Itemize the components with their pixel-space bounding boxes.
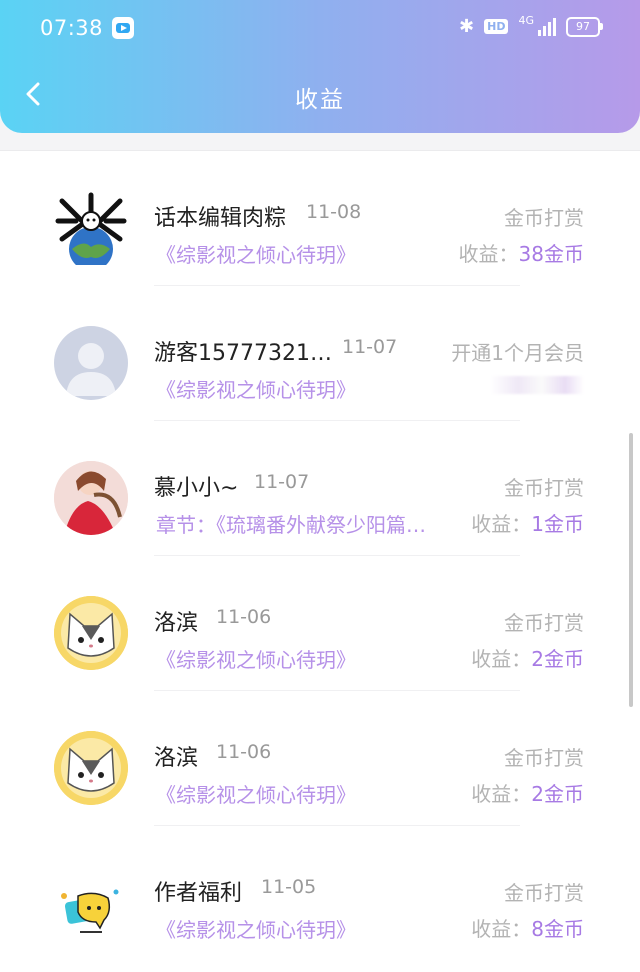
- work-title: 《综影视之倾心待玥》: [156, 783, 356, 807]
- income-type: 金币打赏: [504, 206, 584, 230]
- hd-badge: HD: [484, 19, 509, 34]
- income-type: 金币打赏: [504, 881, 584, 905]
- income-type: 金币打赏: [504, 746, 584, 770]
- item-date: 11-07: [254, 471, 310, 493]
- bluetooth-icon: ✱: [459, 16, 475, 37]
- network-label: 4G: [518, 14, 534, 27]
- list-item[interactable]: 游客15777321… 11-07 开通1个月会员 《综影视之倾心待玥》: [0, 286, 640, 421]
- income-amount: 38金币: [518, 242, 584, 266]
- battery-icon: 97: [566, 16, 603, 37]
- page-title: 收益: [295, 87, 345, 113]
- work-title: 《综影视之倾心待玥》: [156, 648, 356, 672]
- avatar: [54, 191, 128, 271]
- avatar: [54, 326, 128, 400]
- income-label: 收益：: [471, 512, 532, 536]
- income-value: 收益：2金币: [471, 778, 584, 807]
- item-date: 11-07: [342, 336, 398, 358]
- user-name: 洛滨: [154, 611, 199, 636]
- item-date: 11-06: [216, 606, 272, 628]
- avatar: [54, 461, 128, 535]
- signal-icon: [538, 17, 556, 36]
- income-value: 收益：2金币: [471, 643, 584, 672]
- user-name: 游客15777321…: [154, 341, 332, 366]
- work-title: 《综影视之倾心待玥》: [156, 243, 356, 267]
- income-value: 收益：1金币: [471, 508, 584, 537]
- avatar: [54, 731, 128, 805]
- income-type: 金币打赏: [504, 611, 584, 635]
- user-name: 作者福利: [154, 881, 243, 906]
- blurred-income: [490, 376, 584, 394]
- list-item[interactable]: 洛滨 11-06 金币打赏 《综影视之倾心待玥》 收益：2金币: [0, 556, 640, 691]
- work-title: 《综影视之倾心待玥》: [156, 378, 356, 402]
- work-title: 章节：《琉璃番外献祭少阳篇…: [156, 513, 426, 537]
- income-amount: 2金币: [531, 647, 584, 671]
- income-type: 金币打赏: [504, 476, 584, 500]
- income-amount: 8金币: [531, 917, 584, 941]
- scrollbar[interactable]: [629, 433, 633, 707]
- user-name: 洛滨: [154, 746, 199, 771]
- app-header: 07:38 ✱ HD 4G 97 收益: [0, 0, 640, 133]
- income-label: 收益：: [471, 647, 532, 671]
- income-value: 收益：8金币: [471, 913, 584, 942]
- list-item[interactable]: 洛滨 11-06 金币打赏 《综影视之倾心待玥》 收益：2金币: [0, 691, 640, 826]
- work-title: 《综影视之倾心待玥》: [156, 918, 356, 942]
- video-app-icon: [112, 17, 134, 39]
- user-name: 话本编辑肉粽: [154, 206, 287, 231]
- income-label: 收益：: [471, 917, 532, 941]
- income-amount: 2金币: [531, 782, 584, 806]
- status-icons: ✱ HD 4G 97: [459, 14, 603, 37]
- status-time: 07:38: [40, 16, 104, 40]
- list-item[interactable]: 慕小小~ 11-07 金币打赏 章节：《琉璃番外献祭少阳篇… 收益：1金币: [0, 421, 640, 556]
- avatar: [54, 866, 128, 940]
- avatar: [54, 596, 128, 670]
- income-label: 收益：: [471, 782, 532, 806]
- list-item[interactable]: 话本编辑肉粽 11-08 金币打赏 《综影视之倾心待玥》 收益：38金币: [0, 151, 640, 286]
- item-date: 11-05: [261, 876, 317, 898]
- item-date: 11-06: [216, 741, 272, 763]
- income-list: 话本编辑肉粽 11-08 金币打赏 《综影视之倾心待玥》 收益：38金币 游客1…: [0, 150, 640, 972]
- item-date: 11-08: [306, 201, 362, 223]
- income-type: 开通1个月会员: [451, 341, 584, 365]
- user-name: 慕小小~: [154, 476, 239, 501]
- income-amount: 1金币: [531, 512, 584, 536]
- list-item[interactable]: 作者福利 11-05 金币打赏 《综影视之倾心待玥》 收益：8金币: [0, 826, 640, 961]
- income-label: 收益：: [458, 242, 519, 266]
- income-value: 收益：38金币: [459, 238, 584, 267]
